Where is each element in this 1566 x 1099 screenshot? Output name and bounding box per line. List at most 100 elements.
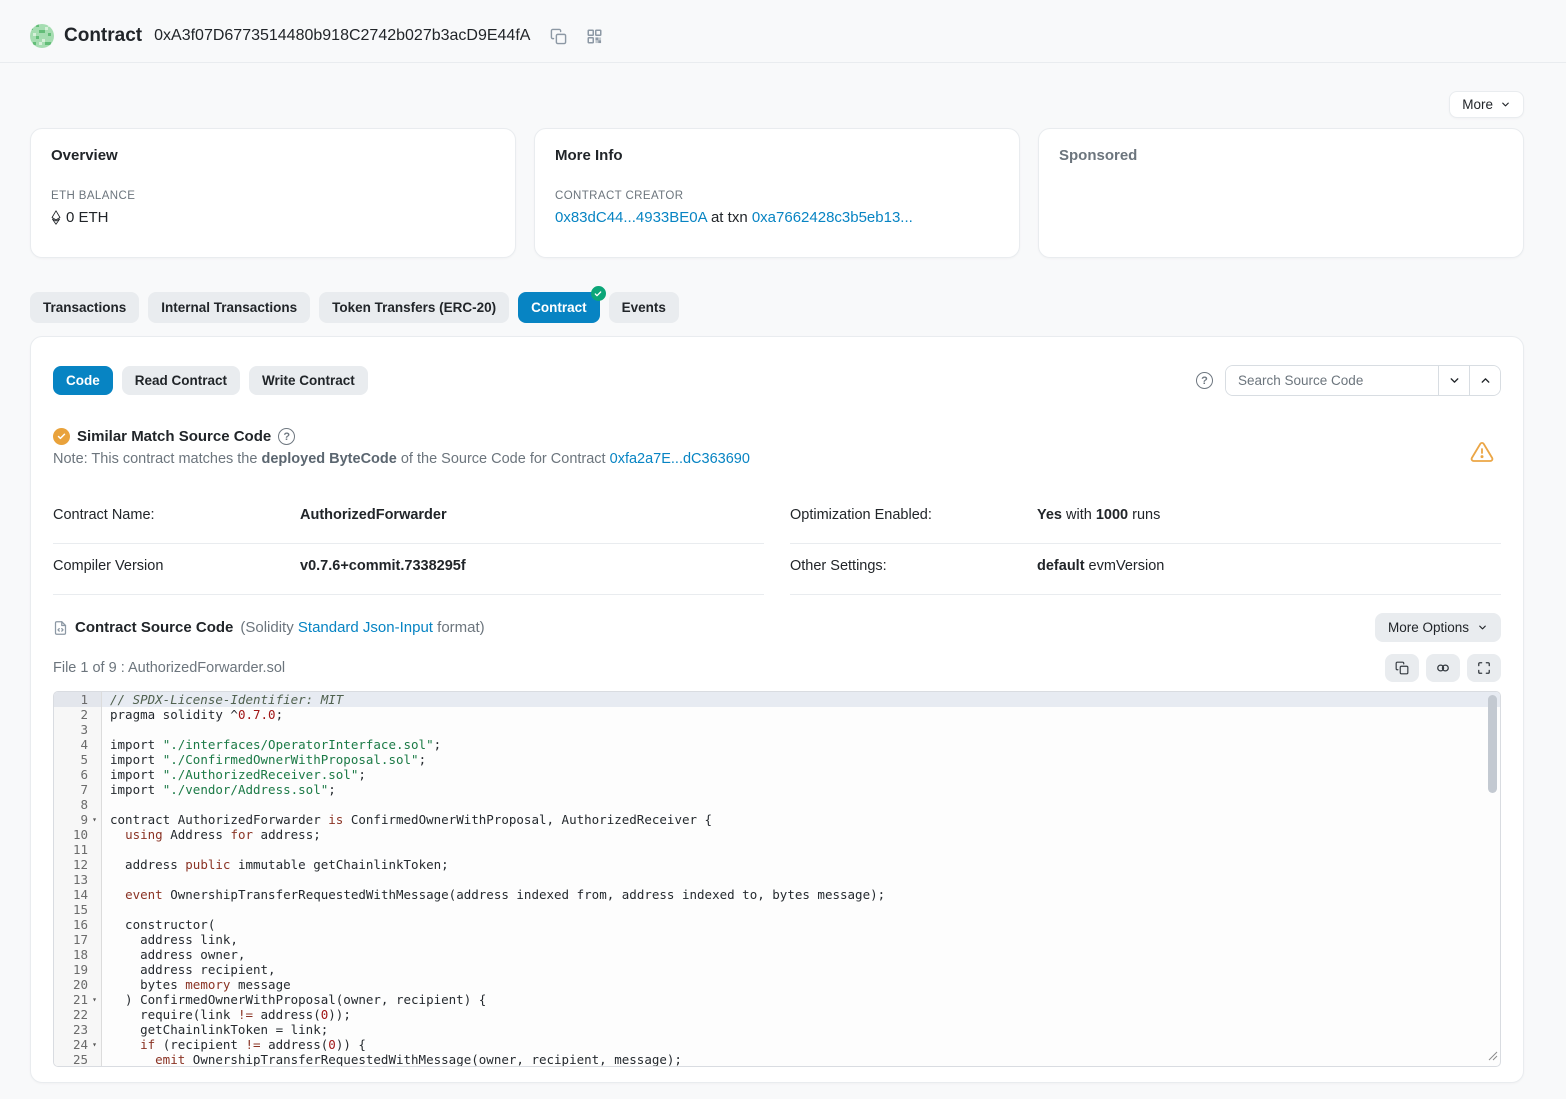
- sponsored-card-title: Sponsored: [1059, 147, 1503, 164]
- code-line: 8: [54, 797, 1500, 812]
- code-text: contract AuthorizedForwarder is Confirme…: [102, 812, 1500, 827]
- line-number[interactable]: 18: [54, 947, 102, 962]
- tab-token-transfers[interactable]: Token Transfers (ERC-20): [319, 292, 509, 323]
- line-number[interactable]: 25: [54, 1052, 102, 1067]
- tab-events[interactable]: Events: [609, 292, 679, 323]
- eth-diamond-icon: [51, 210, 61, 225]
- note-bold: deployed ByteCode: [261, 451, 396, 467]
- line-number[interactable]: 15: [54, 902, 102, 917]
- code-text: import "./interfaces/OperatorInterface.s…: [102, 737, 1500, 752]
- more-info-card-title: More Info: [555, 147, 999, 164]
- code-text: ) ConfirmedOwnerWithProposal(owner, reci…: [102, 992, 1500, 1007]
- code-line: 25 emit OwnershipTransferRequestedWithMe…: [54, 1052, 1500, 1067]
- eth-balance-value: 0 ETH: [66, 209, 109, 226]
- line-number[interactable]: 11: [54, 842, 102, 857]
- line-number[interactable]: 23: [54, 1022, 102, 1037]
- line-number[interactable]: 1: [54, 692, 102, 707]
- line-number[interactable]: 7: [54, 782, 102, 797]
- code-text: [102, 722, 1500, 737]
- code-text: [102, 902, 1500, 917]
- creation-txn-link[interactable]: 0xa7662428c3b5eb13...: [752, 209, 913, 226]
- line-number[interactable]: 3: [54, 722, 102, 737]
- subtab-code[interactable]: Code: [53, 366, 113, 395]
- code-text: // SPDX-License-Identifier: MIT: [102, 692, 1500, 707]
- similar-match-title: Similar Match Source Code: [77, 428, 271, 445]
- line-number[interactable]: 5: [54, 752, 102, 767]
- code-line: 1// SPDX-License-Identifier: MIT: [54, 692, 1500, 707]
- verified-badge-icon: [591, 286, 606, 301]
- expand-button[interactable]: [1467, 654, 1501, 682]
- line-number[interactable]: 21▾: [54, 992, 102, 1007]
- creator-address-link[interactable]: 0x83dC44...4933BE0A: [555, 209, 707, 226]
- json-input-format-link[interactable]: Standard Json-Input: [298, 619, 433, 636]
- code-scrollbar-thumb[interactable]: [1488, 695, 1497, 793]
- fold-toggle-icon[interactable]: ▾: [88, 992, 101, 1007]
- search-next-button[interactable]: [1438, 366, 1469, 395]
- tab-transactions[interactable]: Transactions: [30, 292, 139, 323]
- copy-address-button[interactable]: [548, 26, 569, 47]
- line-number[interactable]: 19: [54, 962, 102, 977]
- line-number[interactable]: 2: [54, 707, 102, 722]
- code-line: 21▾ ) ConfirmedOwnerWithProposal(owner, …: [54, 992, 1500, 1007]
- search-help-icon[interactable]: ?: [1196, 372, 1213, 389]
- line-number[interactable]: 12: [54, 857, 102, 872]
- code-line: 7import "./vendor/Address.sol";: [54, 782, 1500, 797]
- subtab-write-contract[interactable]: Write Contract: [249, 366, 368, 395]
- line-number[interactable]: 17: [54, 932, 102, 947]
- code-line: 14 event OwnershipTransferRequestedWithM…: [54, 887, 1500, 902]
- copy-source-button[interactable]: [1385, 654, 1419, 682]
- line-number[interactable]: 10: [54, 827, 102, 842]
- code-text: [102, 872, 1500, 887]
- more-info-card: More Info CONTRACT CREATOR 0x83dC44...49…: [534, 128, 1020, 258]
- line-number[interactable]: 9▾: [54, 812, 102, 827]
- file-code-icon: [53, 620, 68, 636]
- code-line: 15: [54, 902, 1500, 917]
- line-number[interactable]: 24▾: [54, 1037, 102, 1052]
- code-line: 20 bytes memory message: [54, 977, 1500, 992]
- resize-handle-icon[interactable]: [1488, 1049, 1498, 1064]
- source-code-editor[interactable]: 1// SPDX-License-Identifier: MIT2pragma …: [53, 691, 1501, 1067]
- contract-metadata: Contract Name: AuthorizedForwarder Compi…: [53, 493, 1501, 595]
- fold-toggle-icon[interactable]: ▾: [88, 1037, 101, 1052]
- line-number[interactable]: 6: [54, 767, 102, 782]
- copy-icon: [1395, 661, 1409, 675]
- more-options-button[interactable]: More Options: [1375, 613, 1501, 642]
- file-counter-label: File 1 of 9 : AuthorizedForwarder.sol: [53, 660, 285, 676]
- code-text: if (recipient != address(0)) {: [102, 1037, 1500, 1052]
- matched-contract-link[interactable]: 0xfa2a7E...dC363690: [610, 451, 750, 467]
- optimization-row: Optimization Enabled: Yes with 1000 runs: [790, 493, 1501, 544]
- line-number[interactable]: 16: [54, 917, 102, 932]
- contract-name-value: AuthorizedForwarder: [300, 507, 447, 523]
- search-source-code-input[interactable]: [1226, 366, 1438, 395]
- contract-address: 0xA3f07D6773514480b918C2742b027b3acD9E44…: [154, 27, 530, 45]
- tab-internal-transactions[interactable]: Internal Transactions: [148, 292, 310, 323]
- line-number[interactable]: 20: [54, 977, 102, 992]
- tab-contract[interactable]: Contract: [518, 292, 600, 323]
- qr-code-icon: [587, 29, 602, 44]
- line-number[interactable]: 14: [54, 887, 102, 902]
- code-text: address owner,: [102, 947, 1500, 962]
- code-line: 4import "./interfaces/OperatorInterface.…: [54, 737, 1500, 752]
- line-number[interactable]: 22: [54, 1007, 102, 1022]
- subtab-read-contract[interactable]: Read Contract: [122, 366, 240, 395]
- code-text: require(link != address(0));: [102, 1007, 1500, 1022]
- search-prev-button[interactable]: [1469, 366, 1500, 395]
- code-line: 3: [54, 722, 1500, 737]
- fold-toggle-icon[interactable]: ▾: [88, 812, 101, 827]
- page-title: Contract: [64, 25, 142, 47]
- more-options-label: More Options: [1388, 620, 1469, 635]
- more-button-label: More: [1462, 97, 1493, 112]
- code-line: 11: [54, 842, 1500, 857]
- permalink-button[interactable]: [1426, 654, 1460, 682]
- similar-match-help-icon[interactable]: ?: [278, 428, 295, 445]
- line-number[interactable]: 13: [54, 872, 102, 887]
- more-button[interactable]: More: [1449, 91, 1524, 118]
- line-number[interactable]: 4: [54, 737, 102, 752]
- link-icon: [1435, 661, 1451, 675]
- code-text: address link,: [102, 932, 1500, 947]
- contract-creator-label: CONTRACT CREATOR: [555, 190, 999, 202]
- chevron-down-icon: [1448, 374, 1461, 387]
- warning-triangle-icon[interactable]: [1469, 440, 1495, 469]
- line-number[interactable]: 8: [54, 797, 102, 812]
- qr-code-button[interactable]: [585, 27, 604, 46]
